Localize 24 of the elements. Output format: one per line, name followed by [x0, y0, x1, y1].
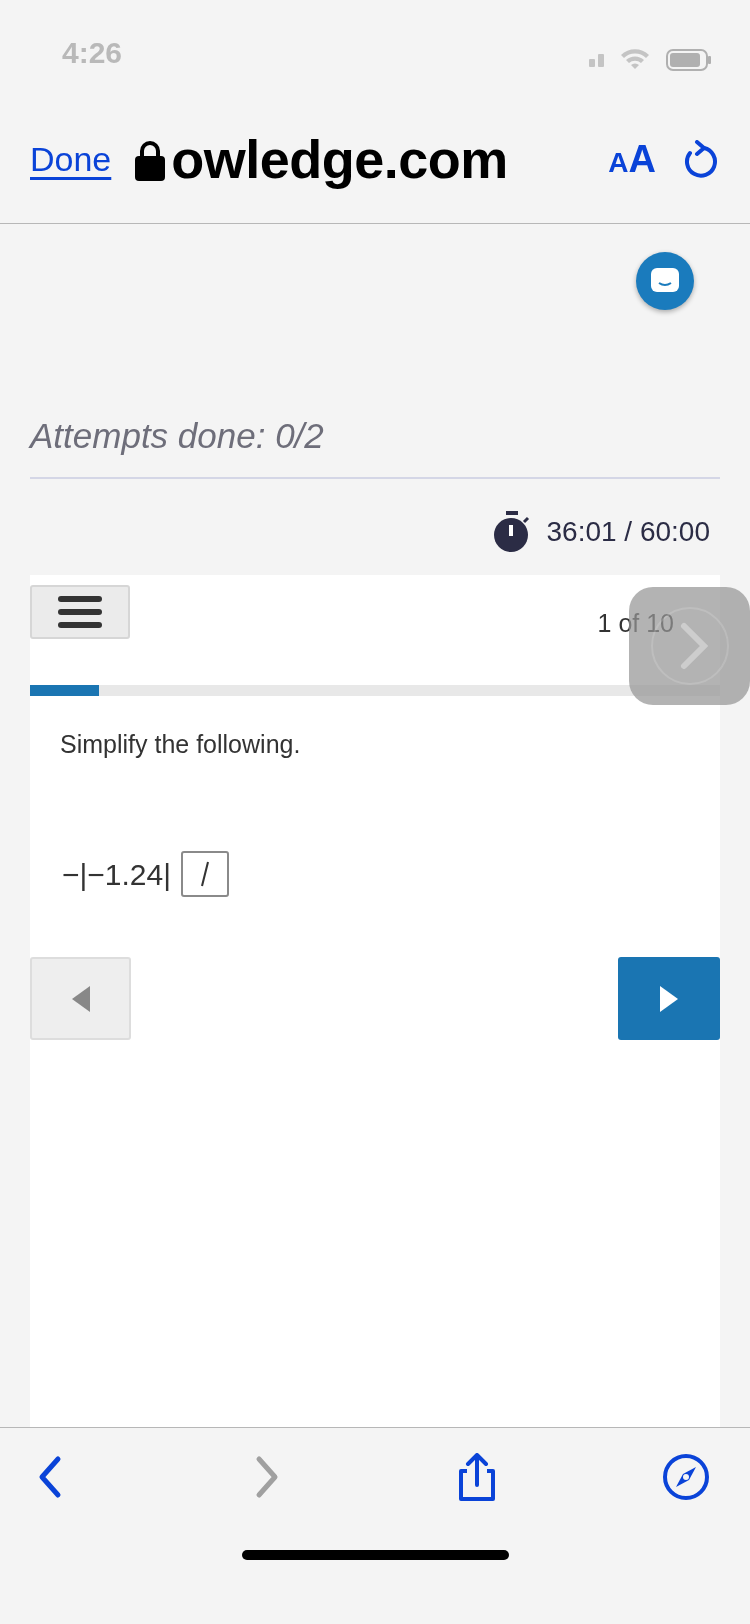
text-size-button[interactable]: AA: [608, 131, 656, 188]
math-expression: −|−1.24|: [62, 856, 171, 893]
text-cursor-icon: [199, 861, 211, 887]
menu-icon: [58, 595, 102, 628]
stopwatch-icon: [492, 510, 531, 553]
lock-icon: [135, 138, 166, 181]
signal-icon: [589, 53, 604, 67]
chevron-right-icon: [649, 605, 730, 686]
wifi-icon: [620, 49, 650, 71]
previous-button[interactable]: [30, 957, 131, 1040]
left-triangle-icon: [71, 985, 90, 1012]
question-prompt: Simplify the following.: [60, 728, 302, 760]
status-time: 4:26: [62, 35, 123, 71]
attempts-text: Attempts done: 0/2: [30, 415, 325, 457]
chat-icon: [651, 268, 679, 294]
timer-text: 36:01 / 60:00: [546, 514, 710, 549]
next-button[interactable]: [618, 957, 720, 1040]
done-link[interactable]: Done: [30, 134, 112, 185]
menu-button[interactable]: [30, 584, 130, 639]
chat-button[interactable]: [636, 252, 694, 310]
right-triangle-icon: [660, 985, 678, 1012]
url-text[interactable]: owledge.com: [171, 119, 508, 200]
battery-icon: [666, 49, 712, 71]
answer-box[interactable]: [181, 851, 229, 897]
